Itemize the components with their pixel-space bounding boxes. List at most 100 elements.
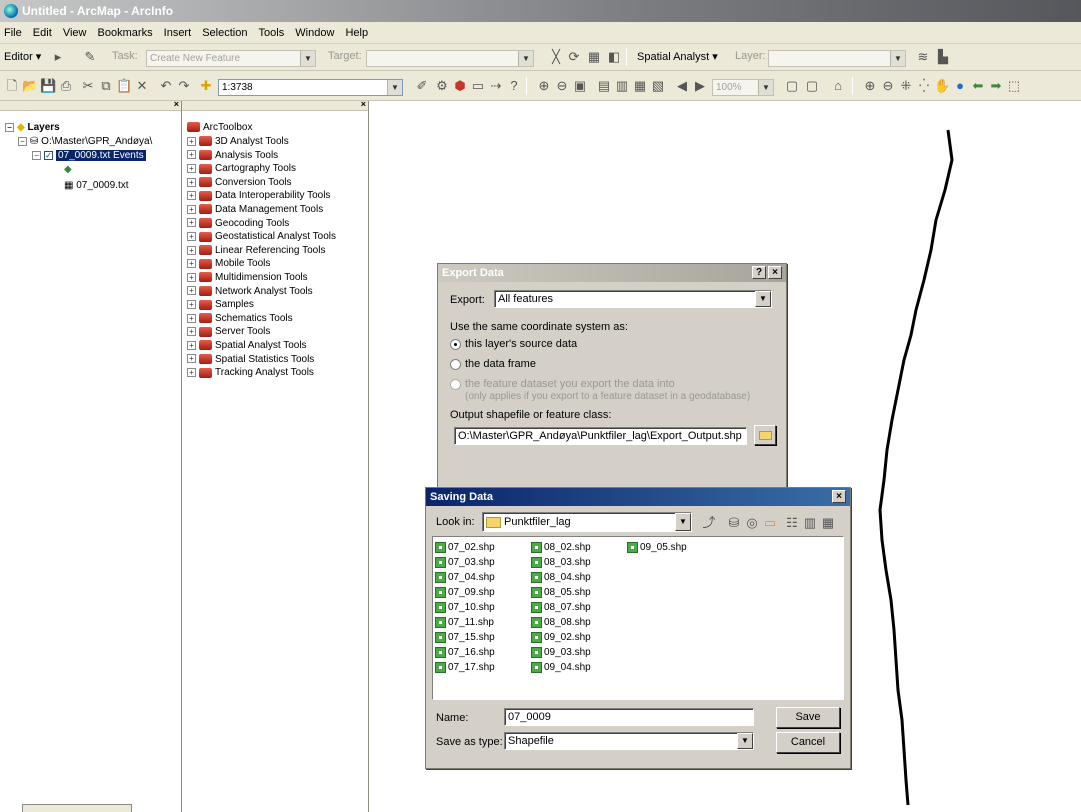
new-document-icon[interactable]: 🗋 — [4, 78, 20, 94]
connect-folder-icon[interactable]: ⛁ — [726, 515, 742, 531]
go-back-icon[interactable]: ◀ — [674, 78, 690, 94]
toolbox-item[interactable]: + Analysis Tools — [187, 149, 278, 162]
save-as-type-dropdown[interactable]: Shapefile ▼ — [504, 732, 754, 750]
browse-folder-button[interactable] — [754, 425, 776, 445]
expand-icon[interactable]: + — [187, 164, 196, 174]
close-icon[interactable]: × — [361, 99, 366, 109]
layout-pan-icon[interactable]: ▣ — [572, 78, 588, 94]
file-item[interactable]: 07_03.shp — [435, 556, 495, 570]
rotate-tool-icon[interactable]: ⟳ — [566, 49, 582, 65]
toc-layer-events[interactable]: − ✓ 07_0009.txt Events — [32, 149, 146, 162]
output-path-input[interactable]: O:\Master\GPR_Andøya\Punktfiler_lag\Expo… — [454, 427, 747, 445]
close-button[interactable]: × — [832, 490, 846, 503]
expand-icon[interactable]: + — [187, 245, 196, 255]
menu-tools[interactable]: Tools — [255, 22, 289, 44]
export-features-dropdown[interactable]: All features ▼ — [494, 290, 772, 308]
target-dropdown[interactable]: ▼ — [366, 50, 534, 67]
map-scale-input[interactable]: 1:3738 ▼ — [218, 79, 403, 96]
arc-catalog-icon[interactable]: ⚙ — [434, 78, 450, 94]
arc-toolbox-icon[interactable]: ⬢ — [452, 78, 468, 94]
file-item[interactable]: 08_07.shp — [531, 601, 591, 615]
expand-icon[interactable]: + — [187, 136, 196, 146]
save-icon[interactable]: 💾 — [40, 78, 56, 94]
histogram-icon[interactable]: ▙ — [935, 49, 951, 65]
contour-icon[interactable]: ≋ — [915, 49, 931, 65]
spatial-analyst-menu[interactable]: Spatial Analyst ▾ — [637, 50, 718, 63]
toolbox-item[interactable]: + Linear Referencing Tools — [187, 244, 325, 257]
menu-view[interactable]: View — [59, 22, 91, 44]
file-item[interactable]: 07_02.shp — [435, 541, 495, 555]
expand-icon[interactable]: + — [187, 177, 196, 187]
toolbox-item[interactable]: + Server Tools — [187, 325, 270, 338]
menu-file[interactable]: File — [0, 22, 26, 44]
toolbox-item[interactable]: + Multidimension Tools — [187, 271, 308, 284]
cancel-button[interactable]: Cancel — [776, 732, 840, 753]
file-item[interactable]: 08_04.shp — [531, 571, 591, 585]
fixed-zoom-in-icon[interactable]: ▦ — [632, 78, 648, 94]
file-item[interactable]: 07_17.shp — [435, 661, 495, 675]
collapse-icon[interactable]: − — [18, 136, 27, 146]
zoom-whole-page-icon[interactable]: ▤ — [596, 78, 612, 94]
pan-hand-icon[interactable]: ✋ — [934, 78, 950, 94]
toc-workspace[interactable]: − ⛁ O:\Master\GPR_Andøya\ — [18, 135, 152, 148]
copy-icon[interactable]: ⧉ — [98, 78, 114, 94]
toc-table-item[interactable]: ▦ 07_0009.txt — [64, 179, 129, 192]
fixed-zoom-out-map-icon[interactable]: ⁛ — [916, 78, 932, 94]
up-one-level-icon[interactable]: ⤴ — [701, 515, 717, 531]
layout-zoom-out-icon[interactable]: ⊖ — [554, 78, 570, 94]
expand-icon[interactable]: + — [187, 150, 196, 160]
file-item[interactable]: 07_10.shp — [435, 601, 495, 615]
expand-icon[interactable]: + — [187, 232, 196, 242]
menu-help[interactable]: Help — [341, 22, 372, 44]
task-dropdown[interactable]: Create New Feature ▼ — [146, 50, 316, 67]
toc-layers-root[interactable]: − ◆ Layers — [5, 121, 60, 134]
toggle-draft-icon[interactable]: ▢ — [784, 78, 800, 94]
focus-frame-icon[interactable]: ▢ — [804, 78, 820, 94]
expand-icon[interactable]: + — [187, 204, 196, 214]
menu-bookmarks[interactable]: Bookmarks — [94, 22, 157, 44]
expand-icon[interactable]: + — [187, 218, 196, 228]
sketch-tool-icon[interactable]: ✎ — [82, 49, 98, 65]
radio-source-data[interactable]: this layer's source data — [450, 338, 577, 350]
toolbox-item[interactable]: + Schematics Tools — [187, 312, 293, 325]
select-features-icon[interactable]: ⬚ — [1006, 78, 1022, 94]
toolbox-item[interactable]: + Cartography Tools — [187, 162, 296, 175]
menu-selection[interactable]: Selection — [198, 22, 251, 44]
menu-edit[interactable]: Edit — [29, 22, 56, 44]
expand-icon[interactable]: + — [187, 191, 196, 201]
command-line-icon[interactable]: ▭ — [470, 78, 486, 94]
toolbox-item[interactable]: + Spatial Statistics Tools — [187, 353, 314, 366]
layer-visibility-checkbox[interactable]: ✓ — [44, 150, 53, 160]
fixed-zoom-out-icon[interactable]: ▧ — [650, 78, 666, 94]
expand-icon[interactable]: + — [187, 340, 196, 350]
full-extent-globe-icon[interactable]: ● — [952, 78, 968, 94]
file-item[interactable]: 07_11.shp — [435, 616, 494, 630]
toolbox-item[interactable]: + Spatial Analyst Tools — [187, 339, 307, 352]
edit-tool-icon[interactable]: ▸ — [50, 49, 66, 65]
toolbox-item[interactable]: + Samples — [187, 298, 254, 311]
print-icon[interactable]: ⎙ — [58, 78, 74, 94]
file-item[interactable]: 09_02.shp — [531, 631, 591, 645]
expand-icon[interactable]: + — [187, 354, 196, 364]
cut-icon[interactable]: ✂ — [80, 78, 96, 94]
toolbox-item[interactable]: + Tracking Analyst Tools — [187, 366, 314, 379]
file-item[interactable]: 07_04.shp — [435, 571, 495, 585]
toolbox-item[interactable]: + Geocoding Tools — [187, 217, 289, 230]
toolbox-item[interactable]: + Data Management Tools — [187, 203, 323, 216]
paste-icon[interactable]: 📋 — [116, 78, 132, 94]
expand-icon[interactable]: + — [187, 368, 196, 378]
file-item[interactable]: 09_04.shp — [531, 661, 591, 675]
go-forward-icon[interactable]: ▶ — [692, 78, 708, 94]
look-in-dropdown[interactable]: Punktfiler_lag ▼ — [482, 512, 692, 532]
editor-menu-button[interactable]: Editor ▾ — [4, 50, 41, 63]
zoom-out-icon[interactable]: ⊖ — [880, 78, 896, 94]
attributes-icon[interactable]: ▦ — [586, 49, 602, 65]
expand-icon[interactable]: + — [187, 286, 196, 296]
collapse-icon[interactable]: − — [32, 150, 41, 160]
toolbox-item[interactable]: + Data Interoperability Tools — [187, 189, 330, 202]
toolbox-item[interactable]: +3D Analyst Tools — [187, 135, 289, 148]
details-view-icon[interactable]: ▥ — [802, 515, 818, 531]
radio-data-frame[interactable]: the data frame — [450, 358, 536, 370]
file-item[interactable]: 08_05.shp — [531, 586, 591, 600]
expand-icon[interactable]: + — [187, 259, 196, 269]
